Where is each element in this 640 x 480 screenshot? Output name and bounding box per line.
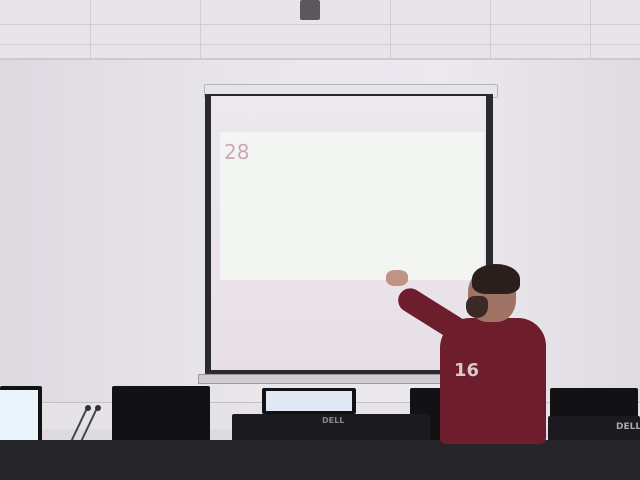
person-torso	[440, 318, 546, 444]
monitor-brand-label: DELL	[322, 416, 345, 425]
monitor-left-screen	[0, 390, 38, 444]
person-hand	[386, 270, 408, 286]
person-hair	[472, 264, 520, 294]
monitor-brand-label-right: DELL	[616, 422, 640, 432]
ceiling-grid-line	[200, 0, 201, 58]
monitor-center-screen	[266, 391, 352, 411]
ceiling-grid-line	[490, 0, 491, 58]
ceiling-grid-line	[90, 0, 91, 58]
ceiling	[0, 0, 640, 60]
projector-screen-bottom-bar	[198, 374, 455, 384]
person-beard	[466, 296, 488, 318]
ceiling-grid-line	[390, 0, 391, 58]
monitor-left	[0, 386, 42, 448]
monitor-center	[262, 388, 356, 414]
ceiling-grid-line	[590, 0, 591, 58]
classroom-scene: 28 DELL DELL 16	[0, 0, 640, 480]
desk-row	[0, 440, 640, 480]
ceiling-grid-line	[0, 44, 640, 45]
shirt-print: 16	[454, 360, 480, 381]
ceiling-light	[300, 0, 320, 20]
projected-slide: 28	[220, 132, 484, 280]
ceiling-grid-line	[0, 24, 640, 25]
monitor-right	[550, 388, 638, 418]
slide-number: 28	[224, 140, 250, 164]
